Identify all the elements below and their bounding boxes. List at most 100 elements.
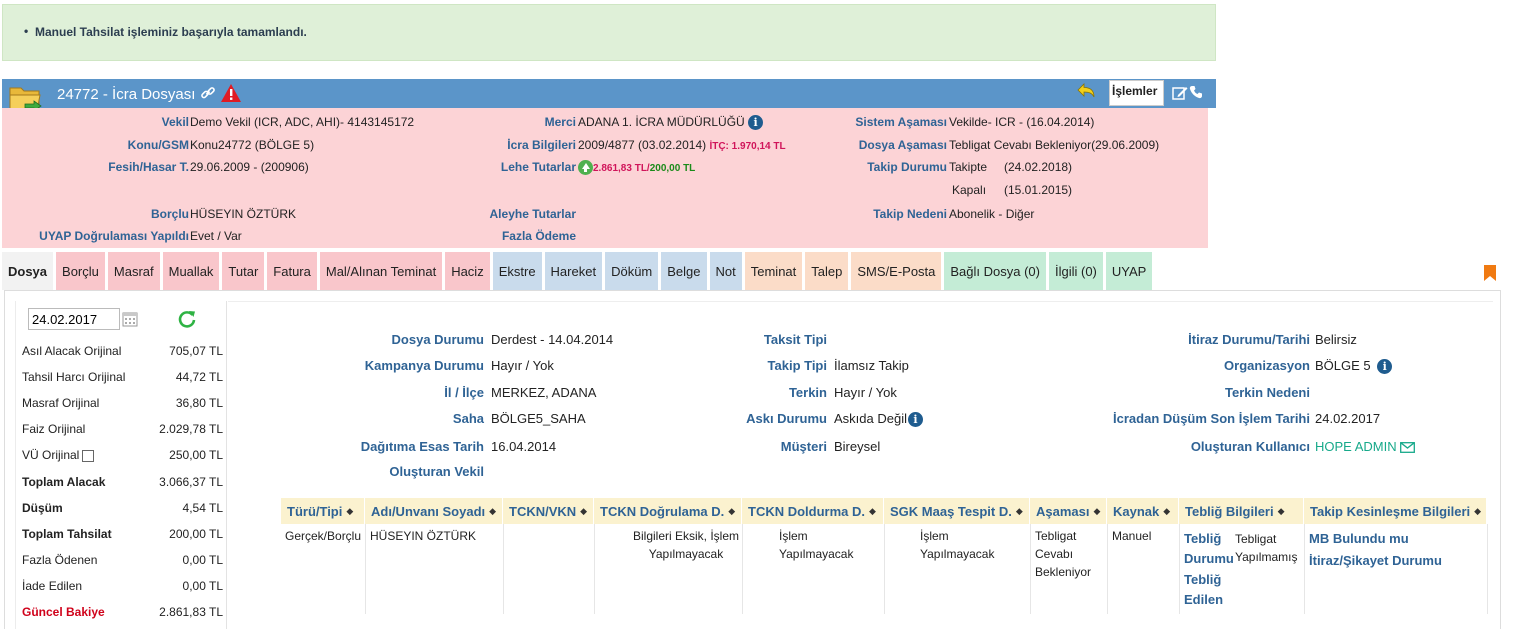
tab-döküm[interactable]: Döküm — [605, 252, 659, 290]
tab-masraf[interactable]: Masraf — [107, 252, 160, 290]
tab-muallak[interactable]: Muallak — [162, 252, 220, 290]
sort-icon[interactable]: ◆ — [1474, 506, 1481, 517]
aleyhe-label: Aleyhe Tutarlar — [489, 207, 576, 221]
uyap-label: UYAP Doğrulaması Yapıldı — [39, 229, 189, 243]
vekil-label: Vekil — [161, 115, 189, 129]
tab-not[interactable]: Not — [709, 252, 742, 290]
phone-icon[interactable] — [1189, 85, 1203, 99]
column-divider — [884, 524, 885, 614]
tab-dosya[interactable]: Dosya — [2, 252, 54, 290]
konu-value: Konu24772 (BÖLGE 5) — [190, 138, 315, 152]
tab-uyap[interactable]: UYAP — [1105, 252, 1153, 290]
column-header[interactable]: SGK Maaş Tespit D. ◆ — [884, 498, 1030, 524]
tab-belge[interactable]: Belge — [661, 252, 707, 290]
cell-kaynak: Manuel — [1112, 529, 1152, 543]
sort-icon[interactable]: ◆ — [1278, 506, 1285, 517]
calendar-icon[interactable] — [122, 311, 138, 327]
file-title-bar: 24772 - İcra Dosyası İşlemler — [2, 79, 1216, 108]
summary-value: 0,00 TL — [182, 552, 223, 567]
aski-label: Askı Durumu — [746, 411, 827, 426]
column-header[interactable]: TCKN Doğrulama D. ◆ — [594, 498, 742, 524]
summary-label-text: İade Edilen — [22, 578, 83, 593]
column-header[interactable]: Takip Kesinleşme Bilgileri ◆ — [1304, 498, 1487, 524]
sort-icon[interactable]: ◆ — [346, 506, 353, 517]
actions-menu-button[interactable]: İşlemler — [1109, 80, 1164, 106]
sort-icon[interactable]: ◆ — [869, 506, 876, 517]
summary-label-text: Faiz Orijinal — [22, 422, 86, 437]
tab-hareket[interactable]: Hareket — [544, 252, 603, 290]
column-header[interactable]: Adı/Unvanı Soyadı ◆ — [365, 498, 503, 524]
olusturan-kullanici-value[interactable]: HOPE ADMIN — [1315, 439, 1416, 454]
sistem-value: Vekilde- ICR - (16.04.2014) — [949, 115, 1095, 129]
tab-teminat[interactable]: Teminat — [744, 252, 803, 290]
sistem-label: Sistem Aşaması — [855, 115, 947, 129]
summary-label-text: Düşüm — [22, 500, 63, 515]
summary-label: İade Edilen — [22, 579, 82, 593]
vu-checkbox[interactable] — [82, 450, 95, 463]
column-header[interactable]: TCKN Doldurma D. ◆ — [742, 498, 884, 524]
vekil-value: Demo Vekil (ICR, ADC, AHI)- 4143145172 — [190, 115, 415, 129]
uyap-value: Evet / Var — [190, 229, 242, 243]
saha-label: Saha — [452, 411, 484, 426]
summary-label: Faiz Orijinal — [22, 422, 85, 436]
takip2-value: Kapalı — [952, 183, 987, 197]
summary-value: 3.066,37 TL — [159, 474, 223, 489]
info-icon[interactable]: i — [1377, 359, 1393, 375]
refresh-icon[interactable] — [177, 309, 197, 329]
column-divider — [365, 524, 366, 614]
back-arrow-icon[interactable] — [1074, 81, 1098, 101]
sort-icon[interactable]: ◆ — [728, 506, 735, 517]
summary-label: Düşüm — [22, 501, 63, 515]
takip2-date: (15.01.2015) — [1004, 183, 1073, 197]
summary-label: Masraf Orijinal — [22, 396, 99, 410]
tab-talep[interactable]: Talep — [805, 252, 849, 290]
column-header[interactable]: TCKN/VKN ◆ — [503, 498, 594, 524]
tab-ekstre[interactable]: Ekstre — [492, 252, 542, 290]
column-header[interactable]: Aşaması ◆ — [1030, 498, 1107, 524]
lehe-value: 2.861,83 TL/200,00 TL — [578, 160, 695, 176]
sort-icon[interactable]: ◆ — [580, 506, 587, 517]
date-input[interactable] — [28, 308, 120, 330]
info-icon[interactable]: i — [907, 412, 923, 428]
itiraz-value: Belirsiz — [1315, 332, 1357, 347]
bookmark-icon[interactable] — [1483, 265, 1497, 281]
summary-label-text: Masraf Orijinal — [22, 396, 100, 411]
dosya-durumu-label: Dosya Durumu — [391, 332, 484, 347]
summary-label-text: Fazla Ödenen — [22, 552, 98, 567]
sort-icon[interactable]: ◆ — [1016, 506, 1023, 517]
column-divider — [1179, 524, 1180, 614]
column-header-label: Takip Kesinleşme Bilgileri — [1310, 503, 1471, 519]
summary-value: 0,00 TL — [182, 578, 223, 593]
column-header[interactable]: Tebliğ Bilgileri ◆ — [1179, 498, 1304, 524]
summary-label: Fazla Ödenen — [22, 553, 97, 567]
sort-icon[interactable]: ◆ — [1163, 506, 1170, 517]
sort-icon[interactable]: ◆ — [489, 506, 496, 517]
merci-value: ADANA 1. İCRA MÜDÜRLÜĞÜ i — [578, 115, 764, 131]
tab-fatura[interactable]: Fatura — [267, 252, 317, 290]
summary-label-text: Toplam Tahsilat — [22, 526, 112, 541]
alert-bullet: • — [24, 24, 29, 38]
tab-i-lgili-0[interactable]: İlgili (0) — [1048, 252, 1103, 290]
tab-sms-e-posta[interactable]: SMS/E-Posta — [851, 252, 942, 290]
mail-icon[interactable] — [1400, 442, 1416, 454]
tab-bağlı-dosya-0[interactable]: Bağlı Dosya (0) — [944, 252, 1046, 290]
sort-icon[interactable]: ◆ — [1093, 506, 1100, 517]
itiraz-sikayet-label: İtiraz/Şikayet Durumu — [1309, 553, 1442, 568]
olusturan-vekil-label: Oluşturan Vekil — [389, 464, 484, 479]
tab-tutar[interactable]: Tutar — [222, 252, 265, 290]
info-icon[interactable]: i — [748, 115, 764, 131]
column-header[interactable]: Türü/Tipi ◆ — [281, 498, 365, 524]
tab-mal-alınan-teminat[interactable]: Mal/Alınan Teminat — [319, 252, 443, 290]
column-header[interactable]: Kaynak ◆ — [1107, 498, 1179, 524]
tab-borçlu[interactable]: Borçlu — [56, 252, 105, 290]
warning-icon[interactable] — [220, 83, 242, 103]
edit-icon[interactable] — [1172, 85, 1188, 101]
column-header-label: Tebliğ Bilgileri — [1185, 503, 1274, 519]
tab-haciz[interactable]: Haciz — [445, 252, 490, 290]
teblig-durumu-label: Tebliğ Durumu — [1184, 531, 1234, 566]
summary-label-text: Toplam Alacak — [22, 474, 106, 489]
summary-label: Asıl Alacak Orijinal — [22, 344, 121, 358]
takip-tipi-label: Takip Tipi — [767, 358, 827, 373]
link-icon[interactable] — [200, 85, 216, 101]
icra-value: 2009/4877 (03.02.2014) İTÇ: 1.970,14 TL — [578, 138, 786, 152]
